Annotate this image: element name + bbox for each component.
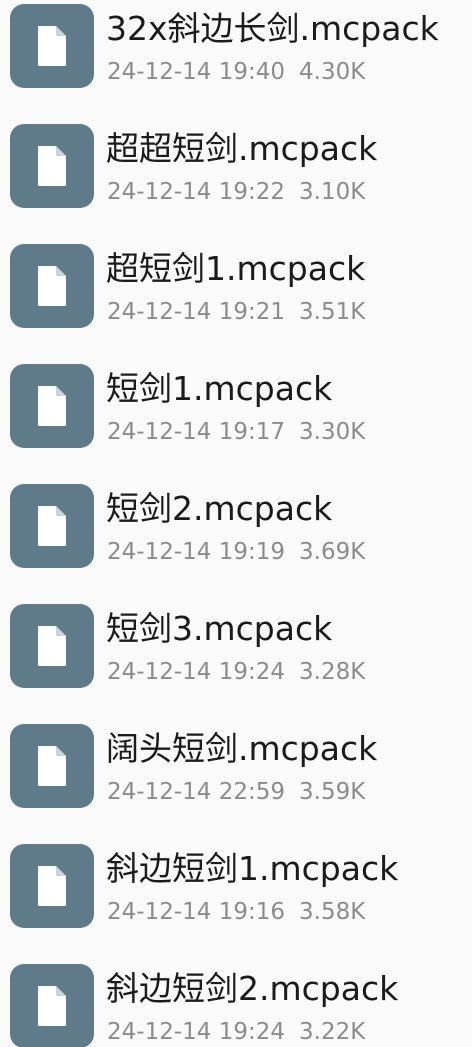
file-row[interactable]: 短剑2.mcpack 24-12-14 19:19 3.69K [0, 480, 472, 600]
file-row[interactable]: 阔头短剑.mcpack 24-12-14 22:59 3.59K [0, 720, 472, 840]
file-icon [10, 124, 94, 208]
file-meta: 24-12-14 22:59 3.59K [107, 775, 467, 809]
file-size: 3.10K [299, 179, 366, 205]
file-size: 3.69K [299, 539, 366, 565]
file-size: 3.28K [299, 659, 366, 685]
file-name: 短剑2.mcpack [106, 489, 333, 528]
file-row[interactable]: 短剑3.mcpack 24-12-14 19:24 3.28K [0, 600, 472, 720]
file-icon [10, 844, 94, 928]
file-meta: 24-12-14 19:16 3.58K [107, 895, 467, 929]
file-meta: 24-12-14 19:19 3.69K [107, 535, 467, 569]
file-row[interactable]: 斜边短剑2.mcpack 24-12-14 19:24 3.22K [0, 960, 472, 1047]
file-date: 24-12-14 22:59 [107, 779, 285, 805]
file-name: 短剑3.mcpack [106, 609, 333, 648]
file-size: 3.59K [299, 779, 366, 805]
file-list: 32x斜边长剑.mcpack 24-12-14 19:40 4.30K 超超短剑.… [0, 0, 472, 1047]
file-meta: 24-12-14 19:21 3.51K [107, 295, 467, 329]
file-name: 阔头短剑.mcpack [106, 729, 378, 768]
file-row[interactable]: 32x斜边长剑.mcpack 24-12-14 19:40 4.30K [0, 0, 472, 120]
file-icon [10, 964, 94, 1047]
file-name: 32x斜边长剑.mcpack [106, 9, 439, 48]
file-date: 24-12-14 19:24 [107, 659, 285, 685]
file-name: 超短剑1.mcpack [106, 249, 366, 288]
file-meta: 24-12-14 19:40 4.30K [107, 55, 467, 89]
file-row[interactable]: 超超短剑.mcpack 24-12-14 19:22 3.10K [0, 120, 472, 240]
file-date: 24-12-14 19:17 [107, 419, 285, 445]
file-row[interactable]: 短剑1.mcpack 24-12-14 19:17 3.30K [0, 360, 472, 480]
file-size: 3.30K [299, 419, 366, 445]
file-meta: 24-12-14 19:24 3.22K [107, 1015, 467, 1047]
file-date: 24-12-14 19:22 [107, 179, 285, 205]
file-meta: 24-12-14 19:17 3.30K [107, 415, 467, 449]
file-meta: 24-12-14 19:24 3.28K [107, 655, 467, 689]
file-row[interactable]: 超短剑1.mcpack 24-12-14 19:21 3.51K [0, 240, 472, 360]
file-icon [10, 484, 94, 568]
file-name: 斜边短剑2.mcpack [106, 969, 399, 1008]
file-date: 24-12-14 19:19 [107, 539, 285, 565]
file-size: 3.22K [299, 1019, 366, 1045]
file-icon [10, 4, 94, 88]
file-icon [10, 364, 94, 448]
file-icon [10, 244, 94, 328]
file-name: 斜边短剑1.mcpack [106, 849, 399, 888]
file-name: 超超短剑.mcpack [106, 129, 378, 168]
file-date: 24-12-14 19:40 [107, 59, 285, 85]
file-row[interactable]: 斜边短剑1.mcpack 24-12-14 19:16 3.58K [0, 840, 472, 960]
file-icon [10, 724, 94, 808]
file-size: 3.51K [299, 299, 366, 325]
file-meta: 24-12-14 19:22 3.10K [107, 175, 467, 209]
file-date: 24-12-14 19:21 [107, 299, 285, 325]
file-name: 短剑1.mcpack [106, 369, 333, 408]
file-icon [10, 604, 94, 688]
file-date: 24-12-14 19:24 [107, 1019, 285, 1045]
file-size: 3.58K [299, 899, 366, 925]
file-date: 24-12-14 19:16 [107, 899, 285, 925]
file-size: 4.30K [299, 59, 366, 85]
